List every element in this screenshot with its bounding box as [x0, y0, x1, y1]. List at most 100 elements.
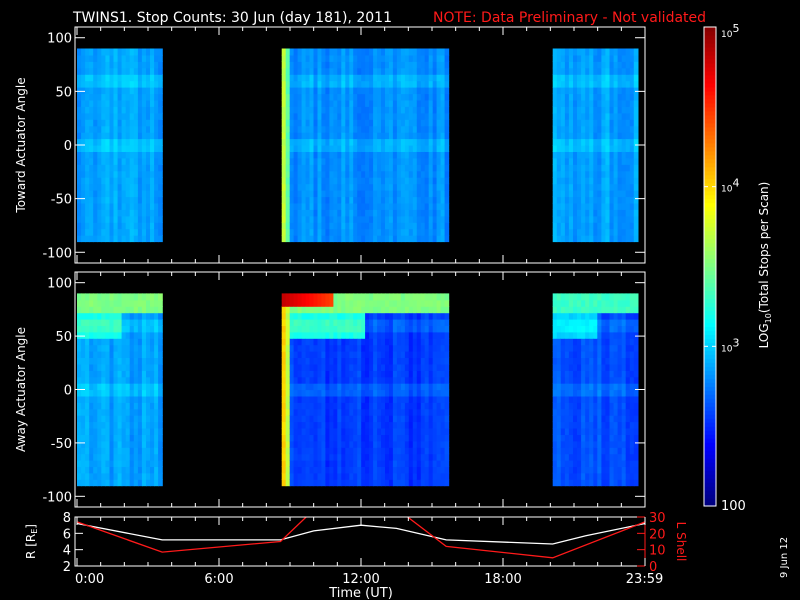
- heatmap-cell: [365, 338, 370, 346]
- heatmap-cell: [93, 93, 98, 101]
- heatmap-cell: [408, 440, 414, 448]
- heatmap-cell: [105, 325, 111, 333]
- heatmap-cell: [105, 80, 111, 88]
- heatmap-cell: [125, 293, 131, 301]
- heatmap-cell: [625, 235, 631, 243]
- heatmap-cell: [341, 119, 346, 127]
- heatmap-cell: [293, 389, 299, 397]
- heatmap-cell: [556, 145, 562, 152]
- heatmap-cell: [117, 421, 123, 429]
- heatmap-cell: [85, 183, 90, 191]
- heatmap-cell: [424, 357, 430, 365]
- heatmap-cell: [293, 421, 299, 429]
- heatmap-cell: [605, 299, 611, 307]
- heatmap-cell: [424, 99, 430, 107]
- heatmap-cell: [141, 408, 147, 416]
- heatmap-cell: [444, 376, 450, 384]
- heatmap-cell: [381, 460, 386, 467]
- heatmap-cell: [141, 228, 147, 236]
- heatmap-cell: [605, 434, 611, 442]
- heatmap-cell: [424, 466, 430, 474]
- heatmap-cell: [556, 190, 562, 198]
- heatmap-cell: [125, 357, 131, 365]
- heatmap-cell: [573, 344, 578, 352]
- heatmap-cell: [150, 235, 155, 243]
- heatmap-cell: [150, 196, 155, 204]
- heatmap-cell: [412, 472, 418, 480]
- heatmap-cell: [133, 228, 139, 236]
- heatmap-cell: [568, 447, 574, 455]
- heatmap-cell: [117, 54, 123, 62]
- heatmap-cell: [109, 370, 115, 378]
- heatmap-cell: [577, 421, 582, 429]
- heatmap-cell: [373, 151, 378, 159]
- heatmap-cell: [556, 325, 562, 333]
- heatmap-cell: [605, 319, 611, 326]
- heatmap-cell: [113, 119, 119, 127]
- heatmap-cell: [281, 183, 287, 191]
- heatmap-cell: [605, 170, 611, 178]
- heatmap-cell: [577, 170, 582, 178]
- heatmap-cell: [601, 74, 607, 82]
- heatmap-cell: [601, 106, 607, 114]
- heatmap-cell: [297, 145, 303, 152]
- heatmap-cell: [105, 338, 111, 346]
- heatmap-cell: [613, 325, 619, 333]
- heatmap-cell: [560, 157, 566, 165]
- heatmap-cell: [444, 222, 450, 230]
- heatmap-cell: [345, 138, 350, 146]
- heatmap-cell: [617, 177, 623, 185]
- heatmap-cell: [293, 151, 299, 159]
- heatmap-cell: [416, 164, 422, 172]
- heatmap-cell: [564, 145, 570, 152]
- heatmap-cell: [573, 209, 578, 217]
- heatmap-cell: [105, 112, 111, 120]
- heatmap-cell: [440, 331, 446, 339]
- heatmap-cell: [325, 145, 330, 152]
- heatmap-cell: [77, 106, 82, 114]
- heatmap-cell: [297, 138, 303, 146]
- heatmap-cell: [581, 125, 586, 133]
- heatmap-cell: [396, 408, 402, 416]
- heatmap-cell: [313, 61, 319, 69]
- heatmap-cell: [573, 54, 578, 62]
- heatmap-cell: [369, 80, 374, 88]
- heatmap-cell: [601, 344, 607, 352]
- heatmap-cell: [341, 325, 346, 333]
- heatmap-cell: [369, 331, 374, 339]
- heatmap-cell: [609, 331, 615, 339]
- heatmap-cell: [297, 408, 303, 416]
- heatmap-cell: [146, 119, 151, 127]
- heatmap-cell: [117, 325, 123, 333]
- heatmap-cell: [146, 151, 151, 159]
- heatmap-cell: [345, 209, 350, 217]
- heatmap-cell: [400, 306, 406, 314]
- heatmap-cell: [337, 338, 342, 346]
- heatmap-cell: [593, 190, 598, 198]
- heatmap-cell: [629, 106, 635, 114]
- heatmap-cell: [85, 74, 90, 82]
- heatmap-cell: [373, 222, 378, 230]
- heatmap-cell: [101, 54, 106, 62]
- heatmap-cell: [556, 319, 562, 326]
- heatmap-cell: [560, 421, 566, 429]
- heatmap-cell: [392, 479, 398, 487]
- heatmap-cell: [281, 87, 287, 95]
- heatmap-cell: [141, 415, 147, 423]
- heatmap-cell: [408, 428, 414, 435]
- heatmap-cell: [365, 312, 370, 320]
- heatmap-cell: [141, 222, 147, 230]
- heatmap-cell: [625, 125, 631, 133]
- heatmap-cell: [297, 209, 303, 217]
- heatmap-cell: [564, 80, 570, 88]
- heatmap-cell: [585, 190, 590, 198]
- heatmap-cell: [577, 99, 582, 107]
- heatmap-cell: [301, 190, 307, 198]
- heatmap-cell: [369, 402, 374, 410]
- heatmap-cell: [285, 132, 291, 140]
- heatmap-cell: [285, 145, 291, 152]
- heatmap-cell: [313, 402, 319, 410]
- heatmap-cell: [357, 434, 362, 442]
- heatmap-cell: [105, 190, 111, 198]
- heatmap-cell: [617, 472, 623, 480]
